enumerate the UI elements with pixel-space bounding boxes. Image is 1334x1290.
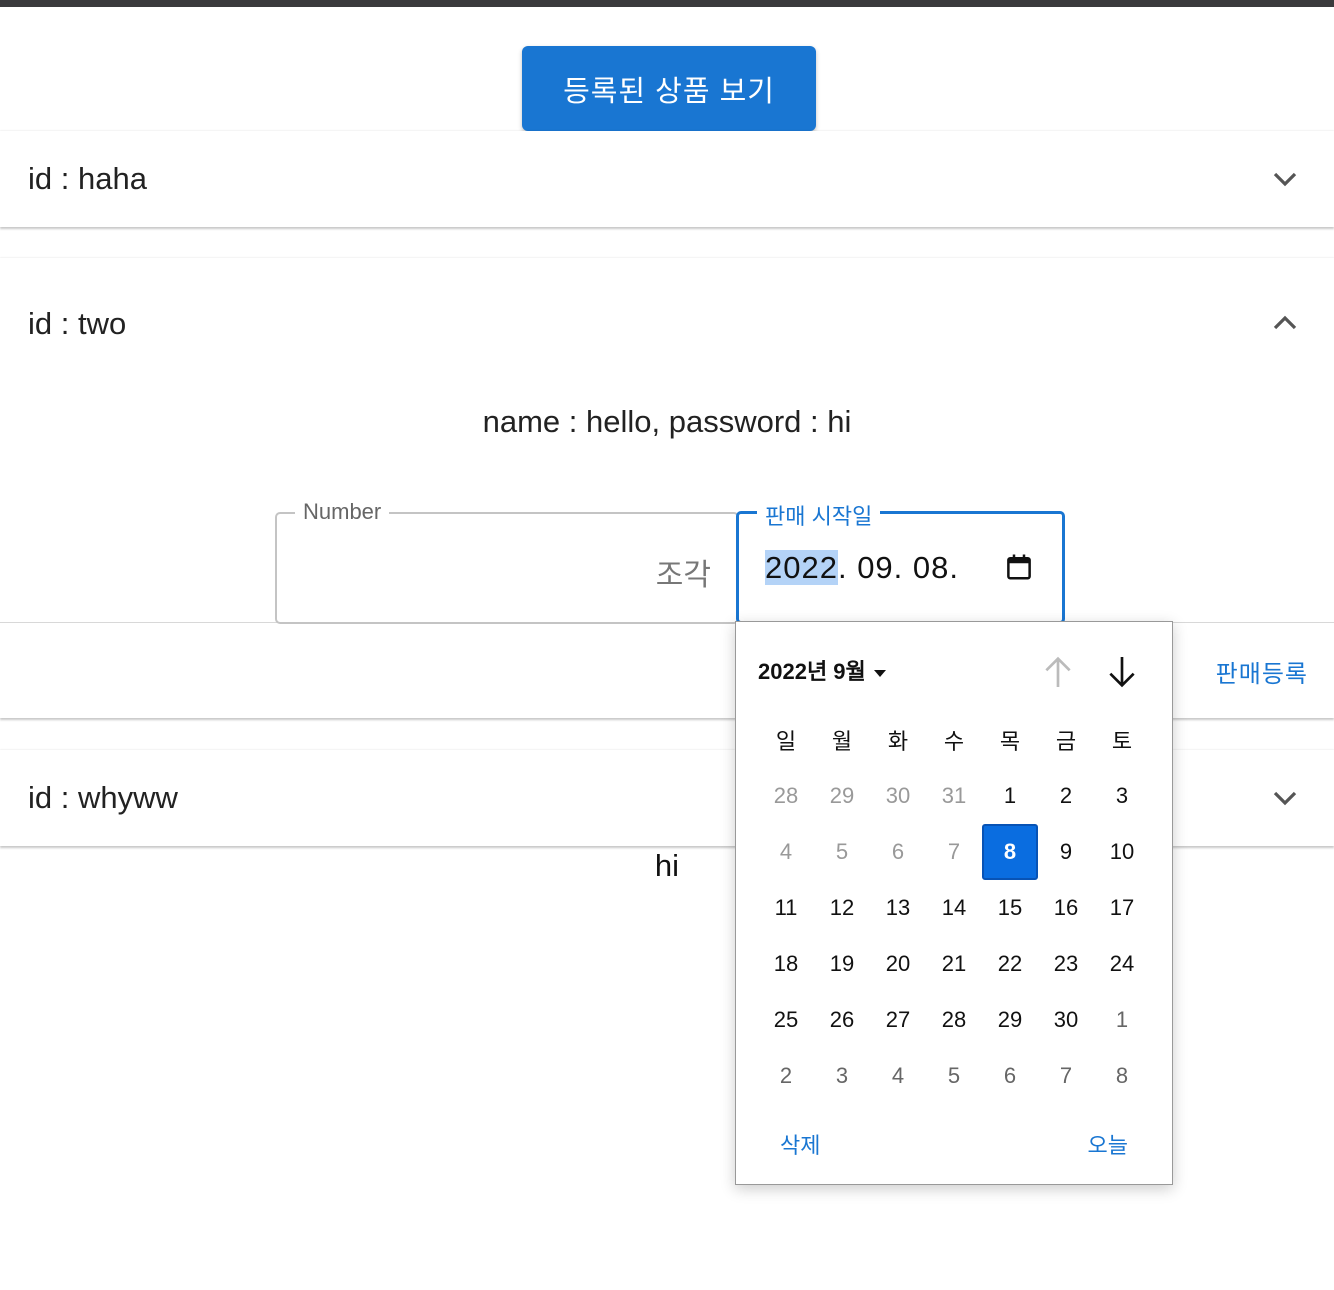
day-cell[interactable]: 25	[758, 992, 814, 1048]
day-cell[interactable]: 16	[1038, 880, 1094, 936]
selected-day-cell[interactable]: 8	[982, 824, 1038, 880]
weekday-label: 수	[943, 729, 965, 754]
today-button[interactable]: 오늘	[1088, 1128, 1128, 1160]
unit-adornment: 조각	[655, 559, 711, 592]
day-cell[interactable]: 5	[926, 1048, 982, 1104]
day-cell[interactable]: 13	[870, 880, 926, 936]
date-rest-segment[interactable]: . 09. 08.	[838, 550, 959, 585]
day-cell[interactable]: 14	[926, 880, 982, 936]
day-cell[interactable]: 15	[982, 880, 1038, 936]
day-cell[interactable]: 29	[982, 992, 1038, 1048]
week-row: 11 12 13 14 15 16 17	[758, 880, 1150, 936]
month-year-selector[interactable]: 2022년 9월	[758, 654, 886, 686]
day-cell[interactable]: 7	[926, 824, 982, 880]
week-row: 4 5 6 7 8 9 10	[758, 824, 1150, 880]
month-year-label: 2022년 9월	[758, 659, 866, 684]
day-cell[interactable]: 4	[870, 1048, 926, 1104]
weekday-label: 일	[775, 729, 797, 754]
dropdown-caret-icon	[873, 669, 886, 677]
date-year-segment[interactable]: 2022	[765, 550, 838, 585]
day-cell[interactable]: 7	[1038, 1048, 1094, 1104]
week-row: 25 26 27 28 29 30 1	[758, 992, 1150, 1048]
date-input-value[interactable]: 2022. 09. 08.	[765, 550, 959, 586]
day-cell[interactable]: 31	[926, 768, 982, 824]
day-cell[interactable]: 10	[1094, 824, 1150, 880]
number-field-label: Number	[295, 499, 390, 525]
register-sale-button[interactable]: 판매등록	[1216, 654, 1308, 689]
date-field-label: 판매 시작일	[757, 499, 881, 531]
day-cell[interactable]: 3	[814, 1048, 870, 1104]
date-picker-popup: 2022년 9월 일 월 화 수 목 금 토 28 29 30 31 1 2 3 4 5 6 7 8 9 10 11 12 1…	[735, 621, 1173, 1185]
day-cell[interactable]: 9	[1038, 824, 1094, 880]
day-cell[interactable]: 29	[814, 768, 870, 824]
weekday-label: 월	[831, 729, 853, 754]
weekday-header-row: 일월화수목금토	[758, 712, 1150, 768]
day-cell[interactable]: 4	[758, 824, 814, 880]
day-cell[interactable]: 17	[1094, 880, 1150, 936]
number-field[interactable]: Number 조각	[275, 499, 739, 624]
panel-title: id : two	[28, 306, 127, 341]
week-row: 28 29 30 31 1 2 3	[758, 768, 1150, 824]
weekday-label: 금	[1055, 729, 1077, 754]
clear-button[interactable]: 삭제	[780, 1128, 820, 1160]
day-cell[interactable]: 20	[870, 936, 926, 992]
day-cell[interactable]: 8	[1094, 1048, 1150, 1104]
weekday-label: 화	[887, 729, 909, 754]
day-cell[interactable]: 28	[926, 992, 982, 1048]
panel-title: id : haha	[28, 161, 147, 196]
day-cell[interactable]: 1	[1094, 992, 1150, 1048]
chevron-up-icon[interactable]	[1270, 308, 1300, 338]
user-detail-text: name : hello, password : hi	[482, 404, 852, 439]
arrow-down-icon[interactable]	[1102, 652, 1142, 692]
calendar-grid: 일 월 화 수 목 금 토 28 29 30 31 1 2 3 4 5 6 7 8 9 10 11 12 13 14 15 16 17…	[758, 712, 1150, 1104]
day-cell[interactable]: 19	[814, 936, 870, 992]
day-cell[interactable]: 1	[982, 768, 1038, 824]
panel-title: id : whyww	[28, 780, 178, 815]
weekday-label: 목	[999, 729, 1021, 754]
sale-start-date-field[interactable]: 판매 시작일 2022. 09. 08.	[736, 499, 1065, 624]
day-cell[interactable]: 3	[1094, 768, 1150, 824]
day-cell[interactable]: 21	[926, 936, 982, 992]
day-cell[interactable]: 24	[1094, 936, 1150, 992]
accordion-panel-haha[interactable]: id : haha	[0, 131, 1334, 227]
day-cell[interactable]: 6	[982, 1048, 1038, 1104]
week-row: 18 19 20 21 22 23 24	[758, 936, 1150, 992]
browser-top-edge	[0, 0, 1334, 7]
calendar-icon[interactable]	[1004, 552, 1034, 582]
day-cell[interactable]: 2	[758, 1048, 814, 1104]
day-cell[interactable]: 27	[870, 992, 926, 1048]
day-cell[interactable]: 28	[758, 768, 814, 824]
chevron-down-icon[interactable]	[1270, 164, 1300, 194]
view-registered-products-button[interactable]: 등록된 상품 보기	[522, 46, 816, 131]
day-cell[interactable]: 26	[814, 992, 870, 1048]
day-cell[interactable]: 30	[1038, 992, 1094, 1048]
week-row: 2345678	[758, 1048, 1150, 1104]
day-cell[interactable]: 18	[758, 936, 814, 992]
day-cell[interactable]: 5	[814, 824, 870, 880]
day-cell[interactable]: 30	[870, 768, 926, 824]
day-cell[interactable]: 12	[814, 880, 870, 936]
day-cell[interactable]: 2	[1038, 768, 1094, 824]
day-cell[interactable]: 22	[982, 936, 1038, 992]
day-cell[interactable]: 6	[870, 824, 926, 880]
arrow-up-icon[interactable]	[1038, 652, 1078, 692]
chevron-down-icon[interactable]	[1270, 783, 1300, 813]
weekday-label: 토	[1111, 729, 1133, 754]
day-cell[interactable]: 11	[758, 880, 814, 936]
day-cell[interactable]: 23	[1038, 936, 1094, 992]
